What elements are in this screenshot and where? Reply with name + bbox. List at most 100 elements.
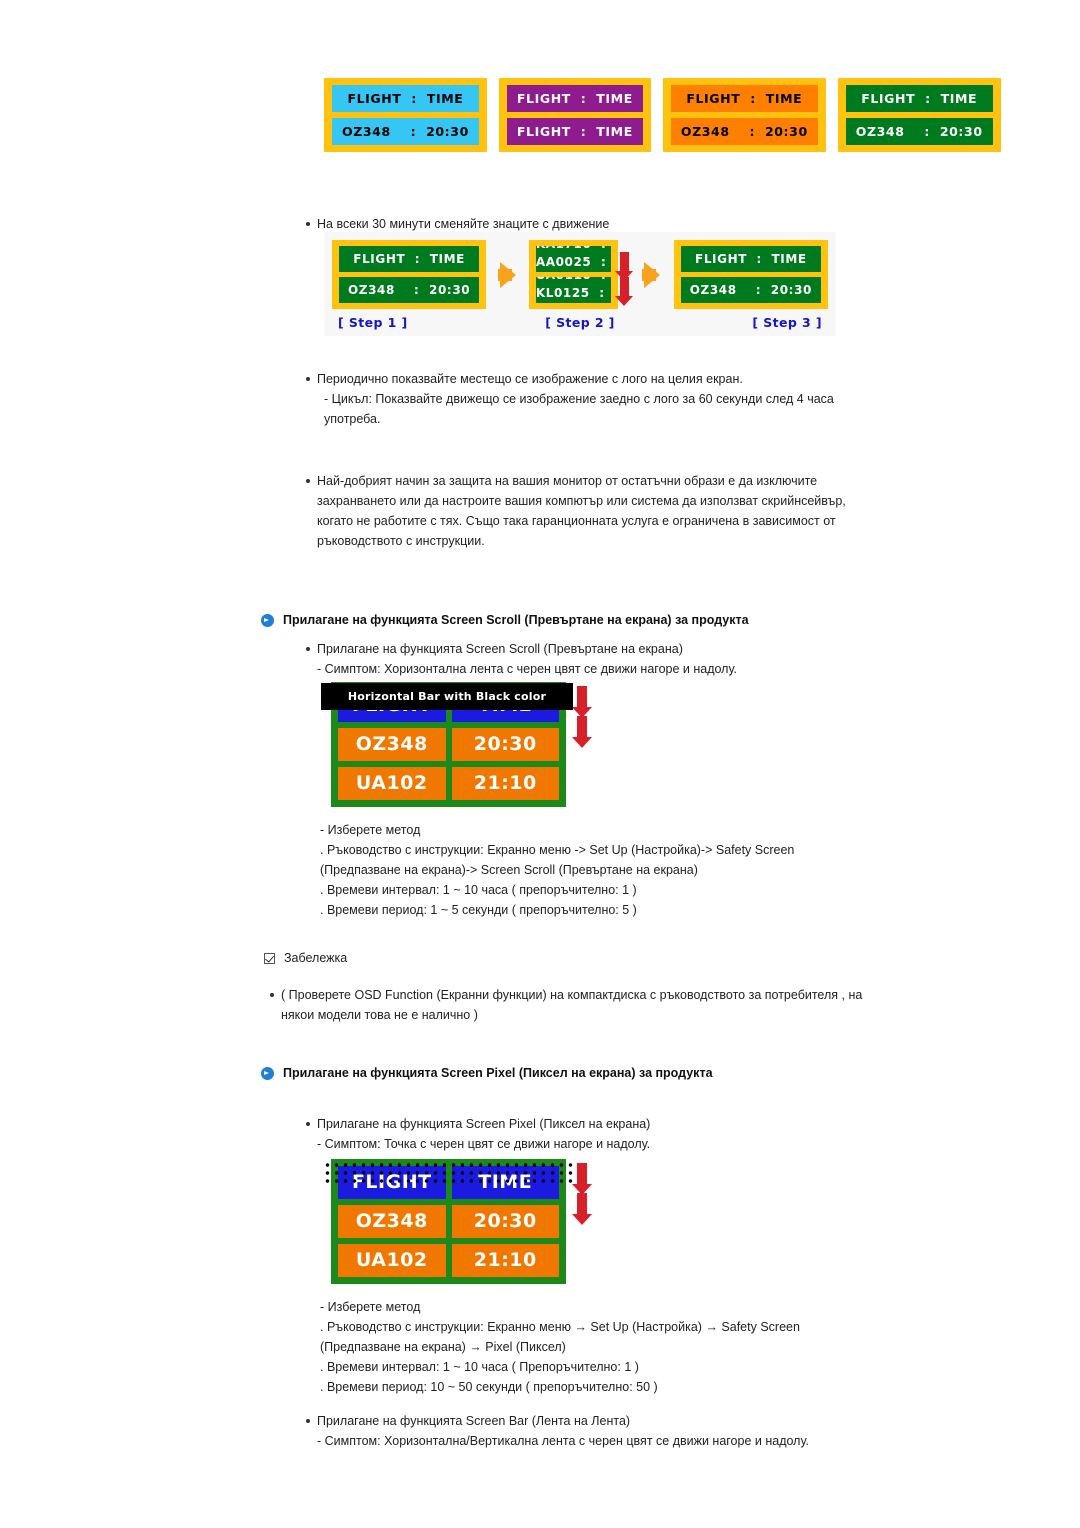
bullet-text: На всеки 30 минути сменяйте знаците с дв… (317, 217, 610, 231)
screen-pixel-intro: Прилагане на функцията Screen Pixel (Пик… (306, 1114, 886, 1154)
color-panel-strip: FLIGHT : TIME OZ348 : 20:30 FLIGHT : TIM… (324, 78, 1001, 152)
screen-scroll-bullet: Прилагане на функцията Screen Scroll (Пр… (317, 642, 683, 656)
arrow-right-icon (497, 261, 516, 288)
note-heading: Забележка (264, 951, 347, 965)
step3-row-2: OZ348 : 20:30 (680, 277, 821, 303)
pixel-dots-overlay (323, 1161, 573, 1185)
board-cell-oz348: OZ348 (338, 728, 446, 761)
green-panel: FLIGHT : TIME OZ348 : 20:30 (837, 78, 1001, 152)
pixel-method-line-2: (Предпазване на екрана) → Pixel (Пиксел) (320, 1340, 566, 1354)
scroll-direction-arrows (571, 686, 592, 748)
blue-arrow-icon (261, 1066, 274, 1080)
step2-row2-bottom: KL0125 : 13:50 (535, 286, 605, 300)
screen-pixel-bullet: Прилагане на функцията Screen Pixel (Пик… (317, 1117, 651, 1131)
board-row-1: OZ348 20:30 (338, 1205, 559, 1238)
scroll-method-title: - Изберете метод (320, 823, 421, 837)
screen-bar-intro: Прилагане на функцията Screen Bar (Лента… (306, 1411, 886, 1451)
step2-row-2: UA0110 : 13:30 KL0125 : 13:50 (535, 277, 612, 303)
checkbox-icon (264, 952, 275, 964)
arrow-down-icon (571, 1193, 592, 1225)
note-line-2: някои модели това не е налично ) (281, 1008, 478, 1022)
best-practice-paragraph: Най-добрият начин за защита на вашия мон… (306, 471, 886, 551)
screen-scroll-heading: Прилагане на функцията Screen Scroll (Пр… (261, 613, 881, 627)
bullet-dot (306, 479, 310, 483)
flight-board: Horizontal Bar with Black color FLIGHT T… (321, 682, 573, 807)
arrow-down-icon (571, 686, 592, 718)
black-bar-overlay: Horizontal Bar with Black color (321, 683, 573, 710)
step-diagram: FLIGHT : TIME OZ348 : 20:30 KA1710 : 12:… (324, 232, 836, 336)
screen-pixel-heading-text: Прилагане на функцията Screen Pixel (Пик… (283, 1066, 713, 1080)
flight-board: FLIGHT TIME OZ348 20:30 UA102 21:10 (323, 1159, 573, 1284)
screen-scroll-symptom: - Симптом: Хоризонтална лента с черен цв… (317, 662, 737, 676)
step-3-board: FLIGHT : TIME OZ348 : 20:30 (673, 240, 828, 309)
step-1-board: FLIGHT : TIME OZ348 : 20:30 (332, 240, 487, 309)
note-title: Забележка (284, 951, 348, 965)
board-row-2: UA102 21:10 (338, 767, 559, 800)
pixel-interval: . Времеви интервал: 1 ~ 10 часа ( Препор… (320, 1360, 639, 1374)
panel-row-2: FLIGHT : TIME (506, 118, 643, 145)
panel-row-2: OZ348 : 20:30 (670, 118, 818, 145)
step2-row1-top: KA1710 : 12:00 (536, 246, 611, 251)
best-way-line-1: Най-добрият начин за защита на вашия мон… (317, 474, 818, 488)
bullet-dot (306, 647, 310, 651)
periodic-bullet-text: Периодично показвайте местещо се изображ… (317, 372, 743, 386)
purple-panel: FLIGHT : TIME FLIGHT : TIME (498, 78, 651, 152)
bullet-move-signs: На всеки 30 минути сменяйте знаците с дв… (306, 214, 866, 234)
step2-row1-bottom: AA0025 : 12:35 (535, 255, 607, 269)
best-way-line-3: когато не работите с тях. Също така гара… (317, 514, 836, 528)
bullet-dot (270, 993, 274, 997)
step-3-label: [ Step 3 ] (752, 315, 822, 330)
panel-row-1: FLIGHT : TIME (845, 85, 993, 112)
board-cell-oz348: OZ348 (338, 1205, 446, 1238)
screen-pixel-illustration: FLIGHT TIME OZ348 20:30 UA102 21:10 (323, 1159, 592, 1284)
document-page: FLIGHT : TIME OZ348 : 20:30 FLIGHT : TIM… (0, 0, 1080, 1528)
arrow-right-icon (642, 261, 661, 288)
step-2-group: KA1710 : 12:00 AA0025 : 12:35 UA0110 : 1… (528, 240, 634, 309)
panel-row-1: FLIGHT : TIME (670, 85, 818, 112)
arrow-down-icon (615, 252, 634, 281)
step2-scroll-arrows (615, 252, 634, 306)
screen-scroll-heading-text: Прилагане на функцията Screen Scroll (Пр… (283, 613, 749, 627)
board-row-1: OZ348 20:30 (338, 728, 559, 761)
panel-row-2: OZ348 : 20:30 (845, 118, 993, 145)
panel-row-1: FLIGHT : TIME (506, 85, 643, 112)
board-cell-ua102: UA102 (338, 1244, 446, 1277)
board-cell-2110: 21:10 (451, 767, 559, 800)
periodic-line-2: - Цикъл: Показвайте движещо се изображен… (324, 392, 834, 406)
cyan-panel: FLIGHT : TIME OZ348 : 20:30 (324, 78, 487, 152)
screen-bar-bullet: Прилагане на функцията Screen Bar (Лента… (317, 1414, 631, 1428)
board-cell-2030: 20:30 (451, 1205, 559, 1238)
bullet-dot (306, 1419, 310, 1423)
screen-scroll-method: - Изберете метод . Ръководство с инструк… (320, 820, 900, 920)
board-row-2: UA102 21:10 (338, 1244, 559, 1277)
step-diagram-row: FLIGHT : TIME OZ348 : 20:30 KA1710 : 12:… (324, 240, 836, 309)
bullet-dot (306, 222, 310, 226)
arrow-down-icon (571, 1163, 592, 1195)
panel-row-1: FLIGHT : TIME (332, 85, 479, 112)
bullet-dot (306, 1122, 310, 1126)
note-line-1: ( Проверете OSD Function (Екранни функци… (281, 988, 863, 1002)
arrow-gap-1 (491, 261, 525, 288)
scroll-method-line-2: (Предпазване на екрана)-> Screen Scroll … (320, 863, 698, 877)
board-cell-ua102: UA102 (338, 767, 446, 800)
step3-row-1: FLIGHT : TIME (680, 246, 821, 272)
scroll-period: . Времеви период: 1 ~ 5 секунди ( препор… (320, 903, 637, 917)
step1-row-2: OZ348 : 20:30 (339, 277, 480, 303)
step-1-label: [ Step 1 ] (338, 315, 408, 330)
scroll-method-line-1: . Ръководство с инструкции: Екранно меню… (320, 843, 795, 857)
blue-arrow-icon (261, 613, 274, 627)
periodic-line-3: употреба. (324, 412, 381, 426)
step-2-label: [ Step 2 ] (545, 315, 615, 330)
step-2-board: KA1710 : 12:00 AA0025 : 12:35 UA0110 : 1… (528, 240, 619, 309)
periodic-logo-paragraph: Периодично показвайте местещо се изображ… (306, 369, 876, 429)
step2-row-1: KA1710 : 12:00 AA0025 : 12:35 (535, 246, 612, 272)
note-body: ( Проверете OSD Function (Екранни функци… (270, 985, 890, 1025)
best-way-line-4: ръководството с инструкции. (317, 534, 485, 548)
step2-row2-top: UA0110 : 13:30 (536, 277, 611, 282)
step1-row-1: FLIGHT : TIME (339, 246, 480, 272)
board-cell-2030: 20:30 (451, 728, 559, 761)
screen-scroll-illustration: Horizontal Bar with Black color FLIGHT T… (321, 682, 592, 807)
best-way-line-2: захранването или да настроите вашия комп… (317, 494, 846, 508)
arrow-down-icon (615, 277, 634, 306)
screen-bar-symptom: - Симптом: Хоризонтална/Вертикална лента… (317, 1434, 809, 1448)
